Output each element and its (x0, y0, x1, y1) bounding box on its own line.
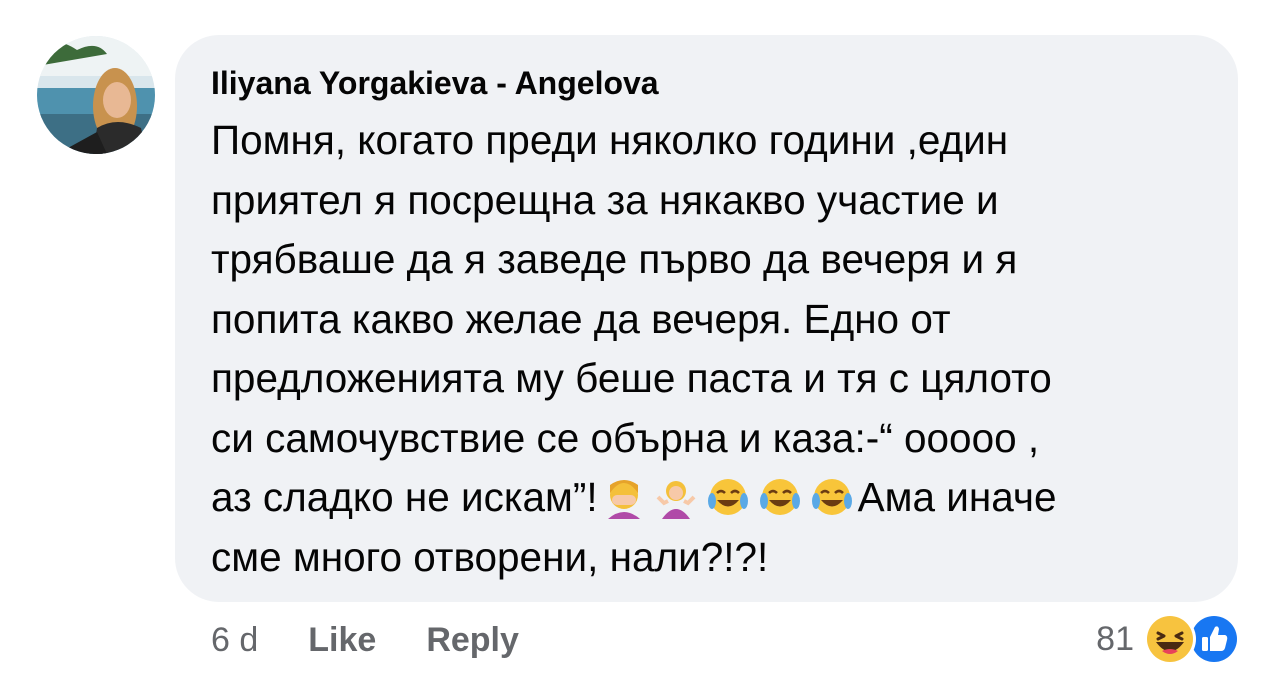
comment-bubble: Iliyana Yorgakieva - Angelova Помня, ког… (175, 35, 1238, 602)
tears-of-joy-emoji (810, 475, 854, 519)
comment-timestamp[interactable]: 6 d (211, 621, 258, 660)
author-name[interactable]: Iliyana Yorgakieva - Angelova (211, 63, 659, 103)
avatar-photo (37, 36, 155, 154)
reaction-icons (1144, 611, 1244, 667)
tears-of-joy-emoji (758, 475, 802, 519)
face-palm-emoji (602, 475, 646, 519)
like-button[interactable]: Like (308, 621, 376, 660)
comment-text: Помня, когато преди няколко години ,един… (211, 111, 1202, 587)
comment-actions: 6 d Like Reply (211, 618, 569, 662)
haha-reaction-icon (1144, 613, 1196, 665)
reply-button[interactable]: Reply (426, 621, 519, 660)
comment: Iliyana Yorgakieva - Angelova Помня, ког… (0, 0, 1280, 680)
comment-text-part-1: Помня, когато преди няколко години ,един… (211, 117, 1052, 520)
tears-of-joy-emoji (706, 475, 750, 519)
shrug-emoji (654, 475, 698, 519)
avatar[interactable] (37, 36, 155, 154)
reactions-summary[interactable]: 81 (1096, 610, 1244, 668)
reaction-count: 81 (1096, 619, 1134, 658)
